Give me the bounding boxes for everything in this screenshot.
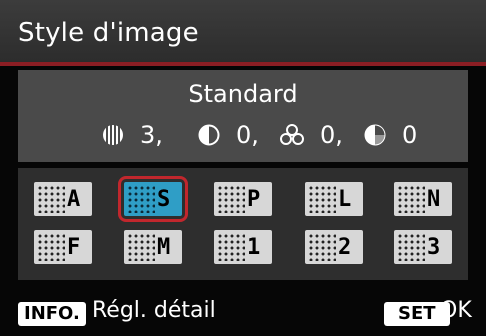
style-code: M xyxy=(157,234,171,260)
picture-style-icon xyxy=(308,233,336,261)
sharpness-value: 3, xyxy=(140,121,163,149)
style-user2-button[interactable]: 2 xyxy=(305,230,363,264)
style-grid: A S P L N F M 1 2 3 xyxy=(18,168,468,280)
style-code: N xyxy=(427,186,441,212)
info-key-label: Régl. détail xyxy=(92,298,216,323)
style-standard-button[interactable]: S xyxy=(118,176,188,222)
title-divider xyxy=(0,62,486,66)
picture-style-icon xyxy=(37,233,65,261)
color-tone-value: 0 xyxy=(402,121,418,149)
picture-style-icon xyxy=(127,185,155,213)
title-bar: Style d'image xyxy=(0,0,486,64)
style-code: 1 xyxy=(247,234,261,260)
style-code: S xyxy=(157,186,171,212)
set-key-label: OK xyxy=(440,298,472,323)
style-code: 3 xyxy=(427,234,441,260)
sharpness-icon xyxy=(103,125,123,145)
style-portrait-button[interactable]: P xyxy=(214,182,272,216)
color-tone-param: 0 xyxy=(364,116,417,154)
contrast-icon xyxy=(198,124,220,146)
style-faithful-button[interactable]: F xyxy=(34,230,92,264)
style-code: F xyxy=(67,234,81,260)
contrast-param: 0, xyxy=(198,116,259,154)
footer-bar: INFO. Régl. détail SET OK xyxy=(0,292,486,336)
saturation-icon xyxy=(280,124,304,145)
style-parameters: 3, 0, 0, 0 xyxy=(18,116,468,154)
style-code: P xyxy=(247,186,261,212)
style-user1-button[interactable]: 1 xyxy=(214,230,272,264)
style-user3-button[interactable]: 3 xyxy=(394,230,452,264)
page-title: Style d'image xyxy=(18,18,199,48)
picture-style-icon xyxy=(217,233,245,261)
picture-style-icon xyxy=(217,185,245,213)
style-landscape-button[interactable]: L xyxy=(305,182,363,216)
style-code: L xyxy=(338,186,352,212)
picture-style-icon xyxy=(397,185,425,213)
style-auto-button[interactable]: A xyxy=(34,182,92,216)
style-monochrome-button[interactable]: M xyxy=(124,230,182,264)
info-key-button[interactable]: INFO. xyxy=(18,302,86,326)
current-style-name: Standard xyxy=(188,80,298,108)
saturation-param: 0, xyxy=(280,116,343,154)
picture-style-icon xyxy=(397,233,425,261)
picture-style-screen: Style d'image Standard 3, 0, 0, 0 A S P … xyxy=(0,0,486,336)
picture-style-icon xyxy=(37,185,65,213)
picture-style-icon xyxy=(127,233,155,261)
style-neutral-button[interactable]: N xyxy=(394,182,452,216)
contrast-value: 0, xyxy=(236,121,259,149)
color-tone-icon xyxy=(364,124,386,146)
picture-style-icon xyxy=(308,185,336,213)
saturation-value: 0, xyxy=(320,121,343,149)
style-code: A xyxy=(67,186,81,212)
sharpness-param: 3, xyxy=(102,116,163,154)
style-code: 2 xyxy=(338,234,352,260)
style-info-panel: Standard 3, 0, 0, 0 xyxy=(18,70,468,162)
